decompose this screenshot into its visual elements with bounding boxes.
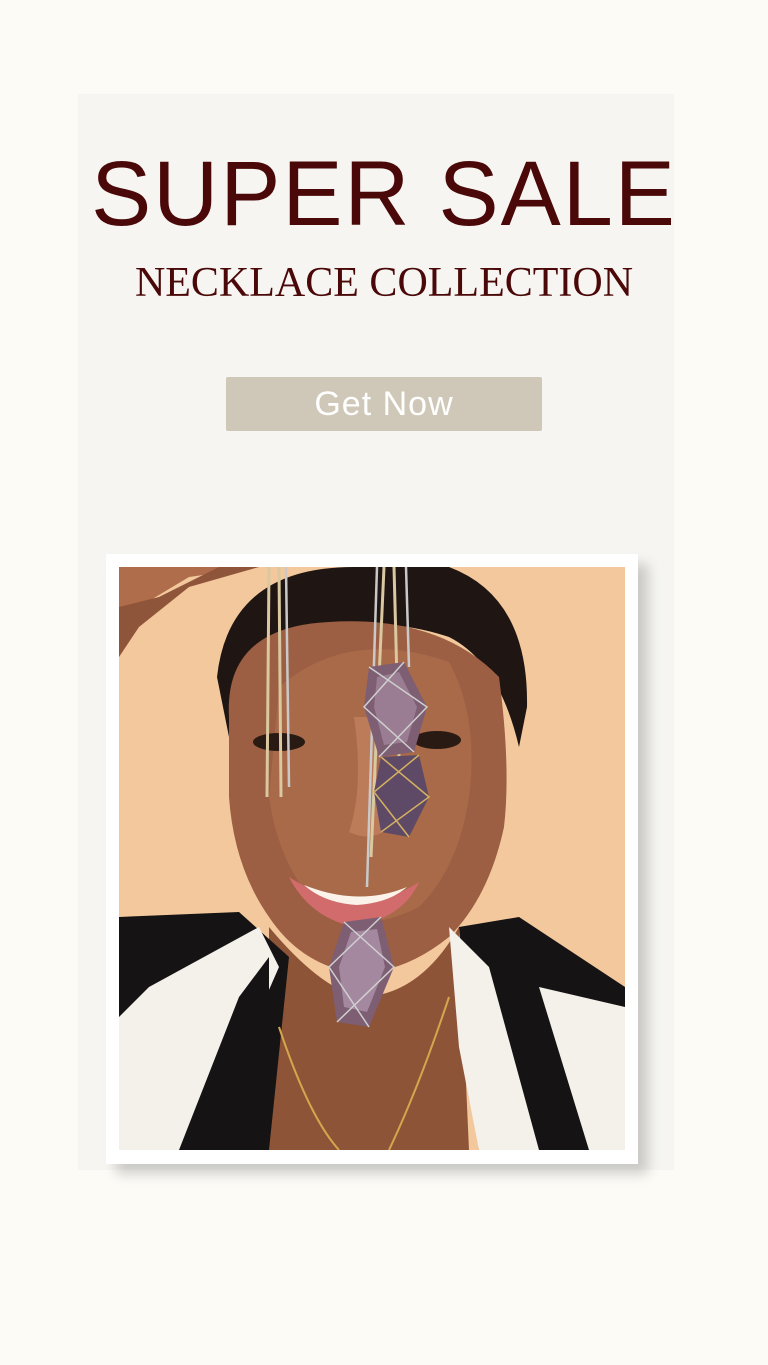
subheadline: NECKLACE COLLECTION (134, 260, 634, 306)
photo-frame (106, 554, 638, 1164)
get-now-button[interactable]: Get Now (226, 377, 542, 431)
model-with-amethyst-necklaces-photo (119, 567, 625, 1150)
headline: SUPER SALE (91, 143, 677, 245)
portrait-illustration (119, 567, 625, 1150)
